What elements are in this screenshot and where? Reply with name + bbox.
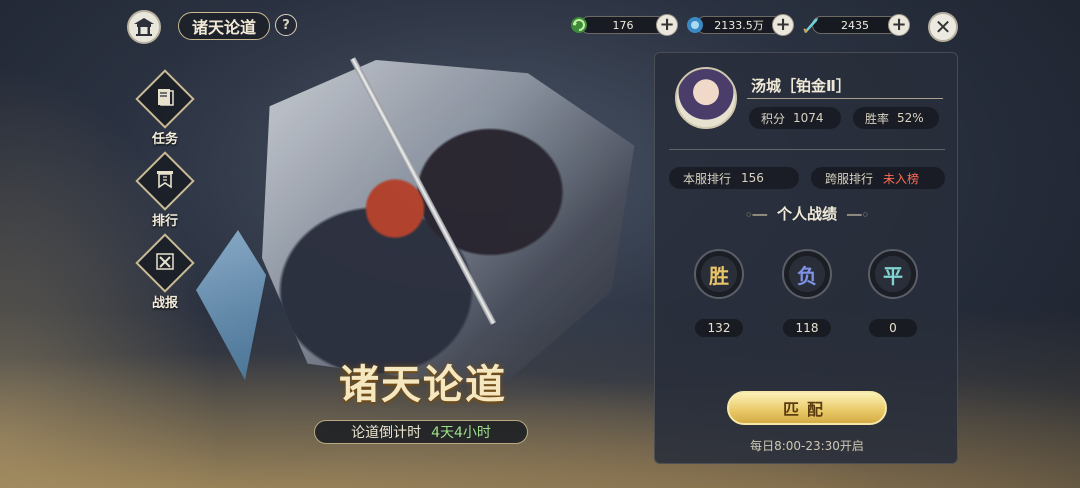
loss-count: 118 [783,319,831,337]
player-panel: 汤城［铂金Ⅱ］ 积分 1074 胜率 52% 本服排行 156 跨服排行 未入榜… [654,52,958,464]
nav-tasks-label: 任务 [151,132,178,147]
open-schedule: 每日8:00-23:30开启 [750,439,864,453]
record-loss: 负 118 [779,249,835,337]
resource-crystal-value: 2435 [812,16,898,34]
countdown-bar: 论道倒计时 4天4小时 [314,420,528,444]
add-jade-button[interactable]: + [772,14,794,36]
match-button[interactable]: 匹配 [727,391,887,425]
loss-icon: 负 [782,249,832,299]
banner-icon [154,168,176,194]
win-icon: 胜 [694,249,744,299]
record-draw: 平 0 [865,249,921,337]
blue-jade-icon [684,14,706,36]
avatar[interactable] [675,67,737,129]
nav-tasks-frame [135,69,195,129]
winrate-pill: 胜率 52% [853,107,939,129]
scroll-book-icon [154,86,176,112]
nav-battle-report[interactable]: 战报 [135,233,195,311]
add-refresh-button[interactable]: + [656,14,678,36]
nav-ranking-frame [135,151,195,211]
resource-refresh-value: 176 [580,16,666,34]
page-title: 诸天论道 [178,12,270,40]
nav-ranking[interactable]: 排行 [135,151,195,229]
countdown-value: 4天4小时 [431,425,491,441]
draw-count: 0 [869,319,917,337]
nav-tasks[interactable]: 任务 [135,69,195,147]
close-button[interactable]: ✕ [928,12,958,42]
crystal-sword-icon [800,14,822,36]
name-underline [747,98,943,99]
cross-rank-pill: 跨服排行 未入榜 [811,167,945,189]
player-name: 汤城［铂金Ⅱ］ [751,77,851,95]
home-button[interactable] [127,10,161,44]
ornament-right-icon: ━━◦ [847,208,870,222]
help-button[interactable]: ? [275,14,297,36]
nav-battle-report-frame [135,233,195,293]
record-title: 个人战绩 [776,205,837,223]
winrate-value: 52% [897,111,924,125]
record-win: 胜 132 [691,249,747,337]
pavilion-icon [134,18,154,36]
server-rank-pill: 本服排行 156 [669,167,799,189]
resource-jade-value: 2133.5万 [696,16,782,34]
server-rank-value: 156 [741,171,764,185]
ornament-left-icon: ◦━━ [744,208,767,222]
score-value: 1074 [793,111,824,125]
winrate-label: 胜率 [865,111,890,126]
countdown-label: 论道倒计时 [351,425,422,441]
draw-icon: 平 [868,249,918,299]
divider [669,149,945,150]
crossed-swords-icon [154,250,176,276]
cross-rank-value: 未入榜 [883,171,920,186]
add-crystal-button[interactable]: + [888,14,910,36]
score-label: 积分 [761,111,786,126]
record-section-title: ◦━━ 个人战绩 ━━◦ [655,203,959,224]
server-rank-label: 本服排行 [683,171,732,186]
green-refresh-icon [568,14,590,36]
event-title: 诸天论道 [339,361,507,408]
nav-ranking-label: 排行 [151,214,178,229]
score-pill: 积分 1074 [749,107,841,129]
cross-rank-label: 跨服排行 [825,171,874,186]
nav-battle-report-label: 战报 [151,296,178,311]
win-count: 132 [695,319,743,337]
